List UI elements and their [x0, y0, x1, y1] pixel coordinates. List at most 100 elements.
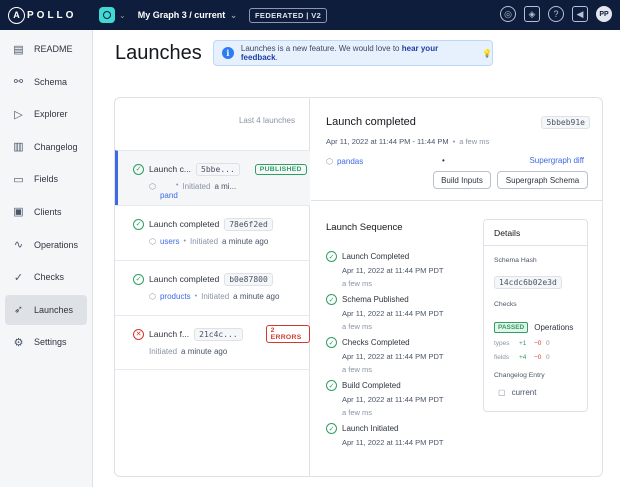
operations-icon: ∿ — [13, 239, 24, 252]
step-name: Launch Completed — [342, 252, 410, 261]
launch-row[interactable]: ✓ Launch completed b0e87800 ⬡ products •… — [115, 260, 310, 315]
sidebar-item-launches[interactable]: ➶ Launches — [5, 294, 87, 325]
top-icons: ◎ ◈ ? ◀ PP — [500, 6, 612, 22]
sidebar-item-fields[interactable]: ▭ Fields — [5, 164, 87, 194]
launch-row[interactable]: ✓ Launch c... 5bbe... PUBLISHED ⬡ • Init… — [115, 150, 310, 205]
cube-icon[interactable]: ◈ — [524, 6, 540, 22]
subgraph-link[interactable]: products — [160, 292, 191, 301]
graph-avatar-icon — [99, 7, 115, 23]
sequence-step: ✓ Launch Completed Apr 11, 2022 at 11:44 … — [326, 251, 476, 288]
apollo-logo-text: POLLO — [27, 9, 77, 21]
sidebar-item-readme[interactable]: ▤ README — [5, 34, 87, 64]
check-circle-icon: ✓ — [133, 163, 144, 175]
fields-removed: −0 — [534, 354, 542, 361]
step-date: Apr 11, 2022 at 11:44 PM PDT — [342, 352, 444, 361]
subgraph-icon: ⬡ — [149, 182, 156, 191]
sidebar-item-operations[interactable]: ∿ Operations — [5, 230, 87, 260]
step-ago: a few ms — [342, 322, 373, 331]
launch-hash: 21c4c... — [194, 327, 243, 341]
fields-icon: ▭ — [13, 173, 24, 186]
lightbulb-icon: 💡 — [482, 48, 492, 58]
launch-hash: 78e6f2ed — [224, 217, 273, 231]
sidebar-item-settings[interactable]: ⚙ Settings — [5, 327, 87, 357]
checks-label: Checks — [494, 301, 517, 308]
checks-status: PASSED Operations — [494, 322, 573, 333]
check-circle-icon: ✓ — [133, 273, 144, 285]
main-content: Launches i Launches is a new feature. We… — [93, 30, 620, 487]
apollo-logo[interactable]: A POLLO — [0, 0, 93, 30]
sidebar-item-explorer[interactable]: ▷ Explorer — [5, 99, 87, 129]
separator-dot: • — [183, 238, 186, 245]
launch-row[interactable]: ✓ Launch completed 78e6f2ed ⬡ users • In… — [115, 205, 310, 260]
step-name: Launch Initiated — [342, 424, 399, 433]
chevron-down-icon: ⌄ — [230, 10, 237, 20]
user-avatar[interactable]: PP — [596, 6, 612, 22]
announcements-icon[interactable]: ◀ — [572, 6, 588, 22]
fields-added: +4 — [519, 354, 527, 361]
sequence-step: ✓ Checks Completed Apr 11, 2022 at 11:44 … — [326, 337, 476, 374]
sidebar-item-label: Settings — [34, 337, 67, 348]
graph-icon[interactable]: ◎ — [500, 6, 516, 22]
page-title: Launches — [115, 42, 202, 64]
explorer-icon: ▷ — [14, 108, 23, 121]
supergraph-schema-button[interactable]: Supergraph Schema — [497, 171, 588, 189]
launch-time: a mi... — [214, 182, 237, 191]
types-changes: types +1 −0 0 — [494, 340, 550, 347]
sidebar-item-label: Explorer — [34, 109, 68, 120]
sidebar-item-clients[interactable]: ▣ Clients — [5, 197, 87, 227]
launch-detail: Launch completed 5bbeb91e Apr 11, 2022 a… — [311, 98, 602, 476]
subgraph-icon: ⬡ — [326, 157, 333, 166]
detail-subgraph: ⬡ pandas — [326, 157, 363, 166]
launch-time: a minute ago — [222, 237, 269, 246]
details-panel: Details Schema Hash 14cdc6b02e3d Checks … — [483, 219, 588, 412]
subgraph-icon: ⬡ — [149, 292, 156, 301]
banner-text: Launches is a new feature. We would love… — [241, 44, 475, 62]
clients-icon: ▣ — [13, 206, 24, 219]
launch-row[interactable]: ✕ Launch f... 21c4c... 2 ERRORS Initiate… — [115, 315, 310, 370]
help-icon[interactable]: ? — [548, 6, 564, 22]
sidebar-item-changelog[interactable]: ▥ Changelog — [5, 132, 87, 162]
sequence-step: ✓ Build Completed Apr 11, 2022 at 11:44 P… — [326, 380, 476, 417]
readme-icon: ▤ — [13, 43, 24, 56]
supergraph-diff-link[interactable]: Supergraph diff — [529, 156, 584, 165]
step-date: Apr 11, 2022 at 11:44 PM PDT — [342, 309, 444, 318]
sidebar-item-label: README — [34, 44, 73, 54]
sidebar-item-schema[interactable]: ⚯ Schema — [5, 67, 87, 97]
step-ago: a few ms — [342, 408, 373, 417]
types-changed: 0 — [546, 340, 550, 347]
passed-badge: PASSED — [494, 322, 529, 333]
subgraph-link[interactable]: pandas — [337, 157, 363, 166]
check-circle-icon: ✓ — [326, 294, 337, 305]
sidebar-item-checks[interactable]: ✓ Checks — [5, 262, 87, 292]
launch-title: Launch completed — [149, 274, 220, 284]
graph-variant-selector[interactable]: My Graph 3 / current ⌄ — [138, 10, 237, 20]
launch-sequence-title: Launch Sequence — [326, 222, 403, 233]
subgraph-link[interactable]: pand — [160, 191, 236, 200]
launch-title: Launch f... — [149, 329, 190, 339]
sidebar-item-label: Changelog — [34, 141, 78, 152]
banner-message: Launches is a new feature. We would love… — [240, 44, 402, 53]
launch-list: Last 4 launches ✓ Launch c... 5bbe... PU… — [115, 98, 310, 476]
initiated-label: Initiated — [201, 292, 230, 301]
changelog-entry[interactable]: ▢ current — [498, 388, 536, 397]
separator-dot: • — [194, 293, 198, 300]
changelog-entry-value: current — [511, 388, 537, 397]
build-inputs-button[interactable]: Build Inputs — [433, 171, 491, 189]
apollo-logo-mark: A — [8, 6, 25, 24]
error-circle-icon: ✕ — [133, 328, 144, 340]
operations-link[interactable]: Operations — [534, 323, 573, 332]
separator-dot: • — [452, 137, 456, 146]
launch-time: a minute ago — [181, 347, 228, 356]
sidebar: ▤ README ⚯ Schema ▷ Explorer ▥ Changelog… — [0, 30, 93, 487]
graph-switcher[interactable]: ⌄ — [99, 7, 126, 23]
sidebar-item-label: Checks — [34, 272, 65, 283]
subgraph-link[interactable]: users — [160, 237, 180, 246]
details-title: Details — [484, 220, 587, 246]
step-name: Checks Completed — [342, 338, 410, 347]
sidebar-item-label: Schema — [34, 76, 68, 87]
separator-dot: • — [442, 156, 445, 165]
fields-label: fields — [494, 354, 510, 361]
federation-badge: FEDERATED | V2 — [248, 7, 328, 23]
launch-row-meta: • Initiated a mi... — [160, 182, 236, 191]
banner-end: . — [275, 53, 278, 62]
